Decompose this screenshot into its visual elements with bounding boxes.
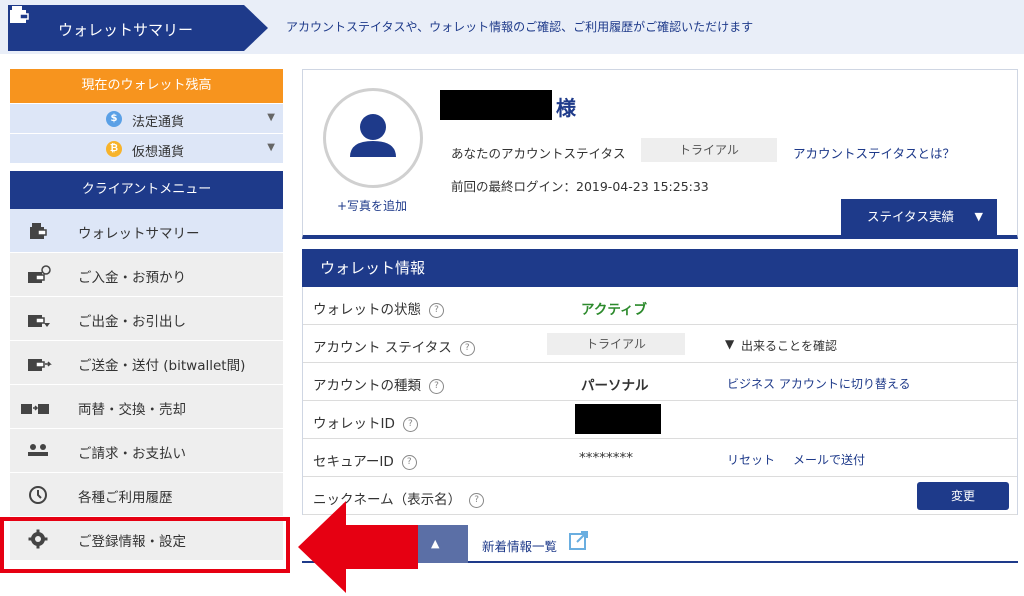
page-header: ウォレットサマリー アカウントステイタスや、ウォレット情報のご確認、ご利用履歴が… — [0, 0, 1024, 54]
sidebar-item-label: ウォレットサマリー — [78, 226, 200, 242]
sidebar-item-label: 両替・交換・売却 — [78, 402, 186, 418]
account-status-badge: トライアル — [547, 333, 685, 355]
balance-heading: 現在のウォレット残高 — [10, 69, 283, 103]
redacted-name — [440, 90, 552, 120]
switch-business-link[interactable]: ビジネス アカウントに切り替える — [727, 375, 910, 392]
row-key: ウォレットの状態 — [313, 302, 421, 318]
page-title: ウォレットサマリー — [58, 21, 194, 39]
sidebar-item-billing[interactable]: ご請求・お支払い — [10, 429, 283, 473]
red-arrow-annotation — [298, 501, 418, 593]
status-history-label: ステイタス実績 — [867, 209, 955, 224]
chevron-down-icon: ▼ — [267, 142, 275, 153]
capabilities-link[interactable]: 出来ることを確認 — [741, 337, 837, 354]
account-status-badge: トライアル — [641, 138, 777, 162]
table-row: セキュアーID? ******** リセット メールで送付 — [303, 439, 1017, 477]
chevron-down-icon: ▼ — [267, 112, 275, 123]
wallet-deposit-icon — [28, 265, 51, 283]
profile-card: +写真を追加 様 あなたのアカウントステイタス トライアル アカウントステイタス… — [302, 69, 1018, 239]
wallet-state-value: アクティブ — [581, 302, 648, 318]
account-type-value: パーソナル — [581, 378, 649, 394]
redacted-wallet-id — [575, 404, 661, 434]
chevron-down-icon: ▼ — [974, 210, 983, 223]
dollar-coin-icon: $ — [106, 111, 122, 127]
client-menu-heading: クライアントメニュー — [10, 171, 283, 209]
main-content: +写真を追加 様 あなたのアカウントステイタス トライアル アカウントステイタス… — [302, 69, 1018, 563]
sidebar-item-wallet-summary[interactable]: ウォレットサマリー — [10, 209, 283, 253]
balance-crypto-label: 仮想通貨 — [132, 145, 185, 160]
add-photo-link[interactable]: +写真を追加 — [337, 197, 407, 214]
highlight-box — [0, 517, 290, 573]
sidebar-item-history[interactable]: 各種ご利用履歴 — [10, 473, 283, 517]
sidebar: 現在のウォレット残高 $ 法定通貨 ▼ ₿ 仮想通貨 ▼ クライアントメニュー … — [10, 69, 283, 561]
account-status-help-link[interactable]: アカウントステイタスとは？ — [793, 143, 955, 162]
sidebar-item-label: 各種ご利用履歴 — [78, 490, 173, 506]
secure-id-value: ******** — [579, 450, 633, 466]
account-status-label: あなたのアカウントステイタス — [451, 146, 626, 161]
send-mail-link[interactable]: メールで送付 — [793, 451, 865, 468]
page-description: アカウントステイタスや、ウォレット情報のご確認、ご利用履歴がご確認いただけます — [286, 20, 754, 34]
sidebar-item-transfer[interactable]: ご送金・送付 (bitwallet間) — [10, 341, 283, 385]
wallet-icon — [10, 6, 29, 23]
table-row: ウォレットの状態? アクティブ — [303, 287, 1017, 325]
help-icon[interactable]: ? — [459, 340, 475, 356]
row-key: アカウントの種類 — [313, 378, 421, 394]
row-key: アカウント ステイタス — [313, 340, 452, 356]
help-icon[interactable]: ? — [469, 492, 485, 508]
help-icon[interactable]: ? — [429, 302, 444, 318]
wallet-info-heading: ウォレット情報 — [302, 249, 1018, 287]
external-link-icon[interactable] — [568, 531, 590, 551]
sidebar-item-withdraw[interactable]: ご出金・お引出し — [10, 297, 283, 341]
balance-crypto[interactable]: ₿ 仮想通貨 ▼ — [10, 133, 283, 163]
sidebar-item-label: ご出金・お引出し — [78, 314, 186, 330]
users-icon — [28, 444, 48, 456]
help-icon[interactable]: ? — [429, 378, 444, 394]
user-icon — [350, 114, 396, 157]
status-history-tab[interactable]: ステイタス実績 ▼ — [841, 199, 997, 235]
history-icon — [29, 486, 47, 504]
change-nickname-button[interactable]: 変更 — [917, 482, 1009, 510]
help-icon[interactable]: ? — [402, 416, 418, 432]
row-key: セキュアーID — [313, 454, 394, 470]
chevron-up-icon: ▲ — [431, 537, 440, 550]
exchange-icon — [21, 404, 49, 414]
reset-link[interactable]: リセット — [727, 451, 775, 468]
wallet-icon — [30, 223, 47, 239]
avatar[interactable] — [323, 88, 423, 188]
balance-fiat-label: 法定通貨 — [132, 115, 185, 130]
wallet-withdraw-icon — [28, 315, 50, 327]
table-row: ウォレットID? — [303, 401, 1017, 439]
news-list-link[interactable]: 新着情報一覧 — [482, 536, 557, 555]
wallet-transfer-icon — [28, 359, 52, 371]
table-row: アカウント ステイタス? トライアル ▼ 出来ることを確認 — [303, 325, 1017, 363]
bitcoin-coin-icon: ₿ — [106, 141, 122, 157]
help-icon[interactable]: ? — [401, 454, 417, 470]
sidebar-item-deposit[interactable]: ご入金・お預かり — [10, 253, 283, 297]
sidebar-item-label: ご送金・送付 (bitwallet間) — [78, 358, 246, 374]
balance-fiat[interactable]: $ 法定通貨 ▼ — [10, 103, 283, 133]
wallet-info-table: ウォレットの状態? アクティブ アカウント ステイタス? トライアル ▼ 出来る… — [302, 287, 1018, 515]
last-login: 前回の最終ログイン：2019-04-23 15:25:33 — [451, 179, 709, 194]
row-key: ウォレットID — [313, 416, 395, 432]
table-row: アカウントの種類? パーソナル ビジネス アカウントに切り替える — [303, 363, 1017, 401]
sidebar-item-exchange[interactable]: 両替・交換・売却 — [10, 385, 283, 429]
page-title-badge: ウォレットサマリー — [8, 5, 268, 51]
sidebar-item-label: ご請求・お支払い — [78, 446, 186, 462]
honorific: 様 — [556, 96, 576, 120]
sidebar-item-label: ご入金・お預かり — [78, 270, 186, 286]
chevron-down-icon: ▼ — [725, 337, 735, 351]
